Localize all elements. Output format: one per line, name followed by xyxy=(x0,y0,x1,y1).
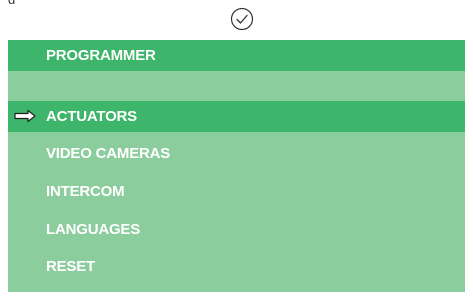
cut-off-top-text: g xyxy=(8,0,208,4)
menu-item-label: VIDEO CAMERAS xyxy=(46,145,171,162)
menu-item-label: INTERCOM xyxy=(46,183,125,200)
menu-item-label: ACTUATORS xyxy=(46,108,137,125)
menu-item-label: RESET xyxy=(46,258,96,275)
menu-title: PROGRAMMER xyxy=(46,47,156,64)
check-circle-icon[interactable] xyxy=(230,7,254,31)
right-arrow-icon xyxy=(14,109,36,123)
programmer-menu: PROGRAMMER ACTUATORS VIDEO CAMERAS INTER… xyxy=(8,40,465,292)
menu-item-reset[interactable]: RESET xyxy=(8,251,465,282)
menu-item-languages[interactable]: LANGUAGES xyxy=(8,214,465,245)
menu-item-intercom[interactable]: INTERCOM xyxy=(8,176,465,207)
menu-item-label: LANGUAGES xyxy=(46,221,141,238)
menu-item-actuators[interactable]: ACTUATORS xyxy=(8,101,465,132)
cut-off-text: g xyxy=(8,0,15,4)
menu-header: PROGRAMMER xyxy=(8,40,465,71)
menu-item-video-cameras[interactable]: VIDEO CAMERAS xyxy=(8,138,465,169)
